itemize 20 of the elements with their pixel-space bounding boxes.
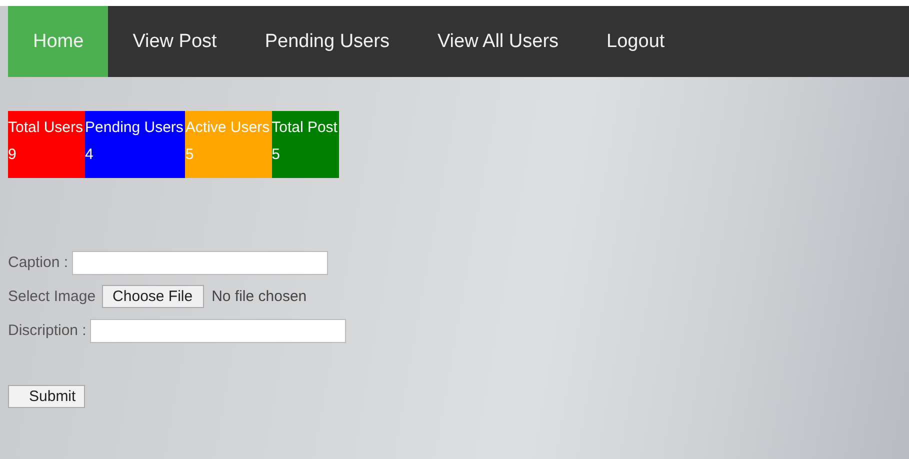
- file-status: No file chosen: [212, 288, 307, 305]
- submit-button[interactable]: Submit: [8, 385, 85, 408]
- stat-label: Pending Users: [85, 119, 184, 138]
- stat-value: 9: [8, 145, 18, 165]
- nav-link[interactable]: View All Users: [412, 6, 582, 77]
- stat-label: Total Users: [8, 119, 84, 138]
- choose-file-button[interactable]: Choose File: [102, 285, 204, 308]
- text-input[interactable]: [90, 318, 346, 342]
- text-input[interactable]: [72, 250, 328, 274]
- field-label: Discription :: [8, 322, 86, 339]
- stat-value: 5: [185, 145, 195, 165]
- stat-value: 4: [85, 145, 94, 165]
- field-label: Caption :: [8, 254, 68, 271]
- nav-link[interactable]: Pending Users: [240, 6, 412, 77]
- stat-label: Active Users: [185, 119, 270, 138]
- nav-link[interactable]: View Post: [108, 6, 240, 77]
- field-label: Select Image: [8, 288, 96, 305]
- nav-link[interactable]: Logout: [582, 6, 688, 77]
- stat-value: 5: [272, 145, 281, 165]
- stat-label: Total Post: [272, 119, 338, 138]
